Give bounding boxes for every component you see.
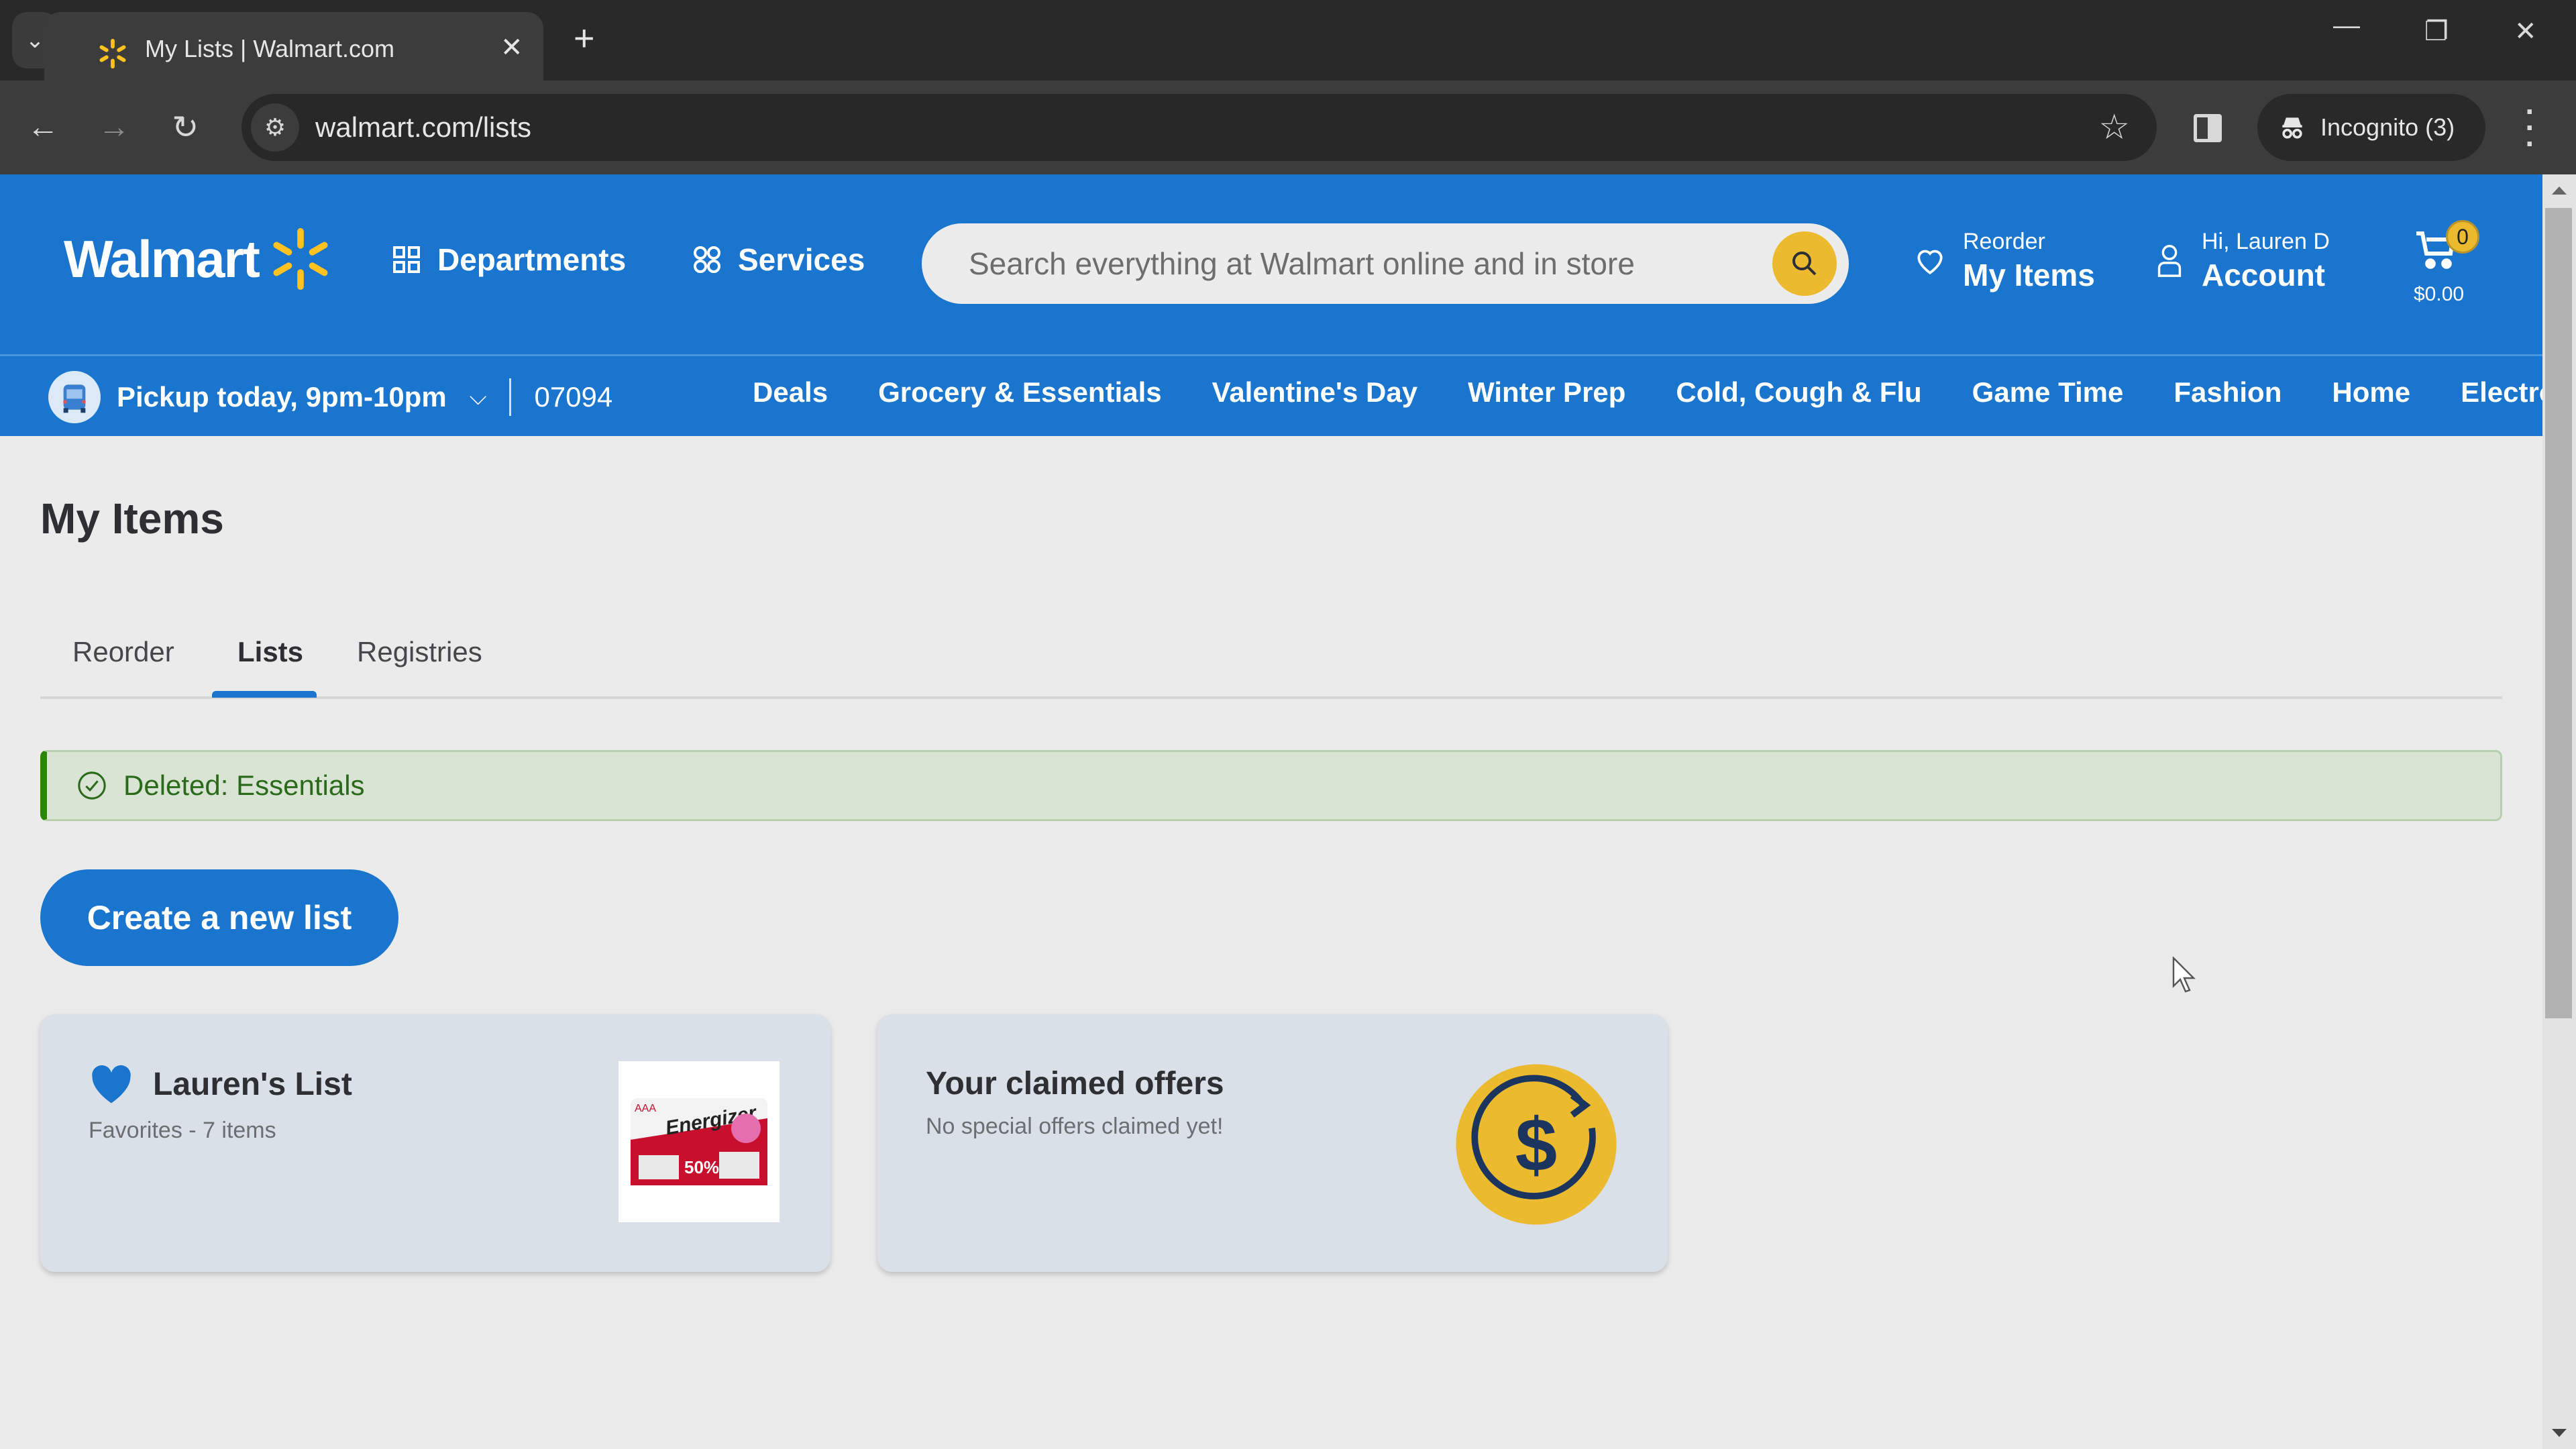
departments-label: Departments (437, 242, 627, 277)
user-icon (2157, 245, 2182, 277)
list-thumbnail-image: Energizer AAA 50% (619, 1061, 780, 1222)
success-alert: Deleted: Essentials (40, 750, 2502, 821)
nav-link-fashion[interactable]: Fashion (2174, 376, 2282, 409)
bookmark-star-icon[interactable]: ☆ (2098, 107, 2130, 148)
search-input[interactable] (969, 223, 1740, 304)
account-link[interactable]: Hi, Lauren D Account (2153, 227, 2330, 294)
zip-code: 07094 (534, 381, 613, 413)
tab-registries[interactable]: Registries (357, 636, 482, 668)
walmart-logo[interactable]: Walmart (64, 227, 333, 291)
incognito-profile-button[interactable]: Incognito (3) (2257, 94, 2485, 161)
browser-tab-active[interactable]: My Lists | Walmart.com ✕ (44, 12, 543, 80)
search-bar (922, 223, 1849, 304)
services-label: Services (738, 242, 865, 277)
scroll-down-arrow-icon[interactable] (2552, 1429, 2567, 1437)
list-card[interactable]: Lauren's List Favorites - 7 items Energi… (40, 1014, 830, 1272)
check-circle-icon (78, 771, 106, 800)
services-button[interactable]: Services (691, 241, 865, 278)
back-arrow-icon[interactable]: ← (27, 109, 59, 146)
nav-link-valentines-day[interactable]: Valentine's Day (1212, 376, 1417, 409)
pickup-label: Pickup today, 9pm-10pm (117, 381, 447, 413)
page-title: My Items (40, 494, 224, 543)
browser-toolbar: ← → ↻ ⚙ walmart.com/lists ☆ Incognito (3… (0, 80, 2576, 174)
svg-text:$: $ (1515, 1102, 1557, 1187)
alert-message: Deleted: Essentials (123, 769, 365, 801)
reload-icon[interactable]: ↻ (172, 109, 199, 146)
window-restore-button[interactable]: ❐ (2424, 16, 2449, 47)
incognito-icon (2282, 117, 2302, 139)
account-label: Account (2202, 258, 2325, 292)
heart-outline-icon (1917, 250, 1943, 275)
walmart-spark-favicon-icon (99, 38, 126, 69)
energizer-battery-pack-icon: Energizer AAA 50% (631, 1098, 767, 1185)
incognito-label: Incognito (3) (2320, 113, 2455, 141)
walmart-spark-icon (273, 227, 328, 290)
greeting-label: Hi, Lauren D (2202, 229, 2330, 254)
create-new-list-button[interactable]: Create a new list (40, 869, 398, 966)
cart-count-badge: 0 (2446, 220, 2479, 254)
pickup-selector[interactable]: Pickup today, 9pm-10pm ⌵ 07094 (48, 371, 612, 423)
my-items-label: My Items (1963, 258, 2095, 292)
address-bar[interactable]: ⚙ walmart.com/lists ☆ (241, 94, 2157, 161)
tab-close-icon[interactable]: ✕ (500, 32, 523, 63)
site-info-icon[interactable]: ⚙ (251, 103, 299, 152)
services-icon (694, 246, 720, 273)
departments-button[interactable]: Departments (390, 241, 626, 278)
heart-filled-icon (92, 1065, 131, 1104)
reorder-label: Reorder (1963, 229, 2045, 254)
offers-title: Your claimed offers (926, 1066, 1224, 1102)
logo-text: Walmart (64, 229, 260, 288)
window-minimize-button[interactable]: — (2333, 11, 2360, 41)
search-button[interactable] (1772, 231, 1837, 296)
secondary-nav: Pickup today, 9pm-10pm ⌵ 07094 Deals Gro… (0, 354, 2576, 436)
pickup-car-icon (48, 371, 101, 423)
url-text[interactable]: walmart.com/lists (315, 111, 531, 144)
cart-total: $0.00 (2414, 283, 2465, 305)
browser-menu-icon[interactable]: · · · (2524, 96, 2537, 159)
dollar-cycle-icon: $ (1456, 1064, 1617, 1225)
site-header: Walmart Departments Services Search ever… (0, 174, 2542, 354)
divider (509, 378, 512, 416)
active-tab-indicator (212, 691, 317, 698)
svg-text:50%: 50% (684, 1157, 719, 1177)
svg-text:AAA: AAA (635, 1103, 656, 1114)
scrollbar-thumb[interactable] (2545, 208, 2572, 1018)
my-items-tabs: Reorder Lists Registries (40, 624, 2502, 699)
chevron-down-icon: ⌵ (469, 384, 487, 410)
list-subtitle: Favorites - 7 items (89, 1118, 276, 1143)
new-tab-button[interactable]: + (574, 17, 595, 59)
nav-link-deals[interactable]: Deals (753, 376, 828, 409)
nav-link-cold-cough-flu[interactable]: Cold, Cough & Flu (1676, 376, 1921, 409)
scroll-up-arrow-icon[interactable] (2552, 186, 2567, 195)
browser-tab-bar: ⌄ My Lists | Walmart.com ✕ + — ❐ ✕ (0, 0, 2576, 80)
list-title: Lauren's List (153, 1066, 352, 1102)
page-scrollbar[interactable] (2542, 174, 2576, 1449)
search-icon (1792, 252, 1817, 276)
nav-link-home[interactable]: Home (2332, 376, 2410, 409)
category-nav: Deals Grocery & Essentials Valentine's D… (753, 376, 2576, 409)
tab-reorder[interactable]: Reorder (72, 636, 174, 668)
window-close-button[interactable]: ✕ (2514, 16, 2537, 47)
side-panel-icon[interactable] (2194, 114, 2222, 142)
offers-subtitle: No special offers claimed yet! (926, 1114, 1224, 1139)
tab-title: My Lists | Walmart.com (145, 35, 395, 62)
reorder-my-items-link[interactable]: Reorder My Items (1913, 227, 2095, 294)
grid-icon (393, 246, 420, 273)
nav-link-grocery-essentials[interactable]: Grocery & Essentials (878, 376, 1162, 409)
cart-button[interactable]: 0 $0.00 (2412, 220, 2479, 306)
chevron-down-icon: ⌄ (25, 28, 45, 53)
tab-lists[interactable]: Lists (237, 636, 303, 668)
claimed-offers-card[interactable]: Your claimed offers No special offers cl… (877, 1014, 1668, 1272)
forward-arrow-icon[interactable]: → (98, 109, 130, 146)
nav-link-game-time[interactable]: Game Time (1972, 376, 2124, 409)
mouse-cursor-icon (2172, 957, 2196, 993)
nav-link-winter-prep[interactable]: Winter Prep (1468, 376, 1625, 409)
